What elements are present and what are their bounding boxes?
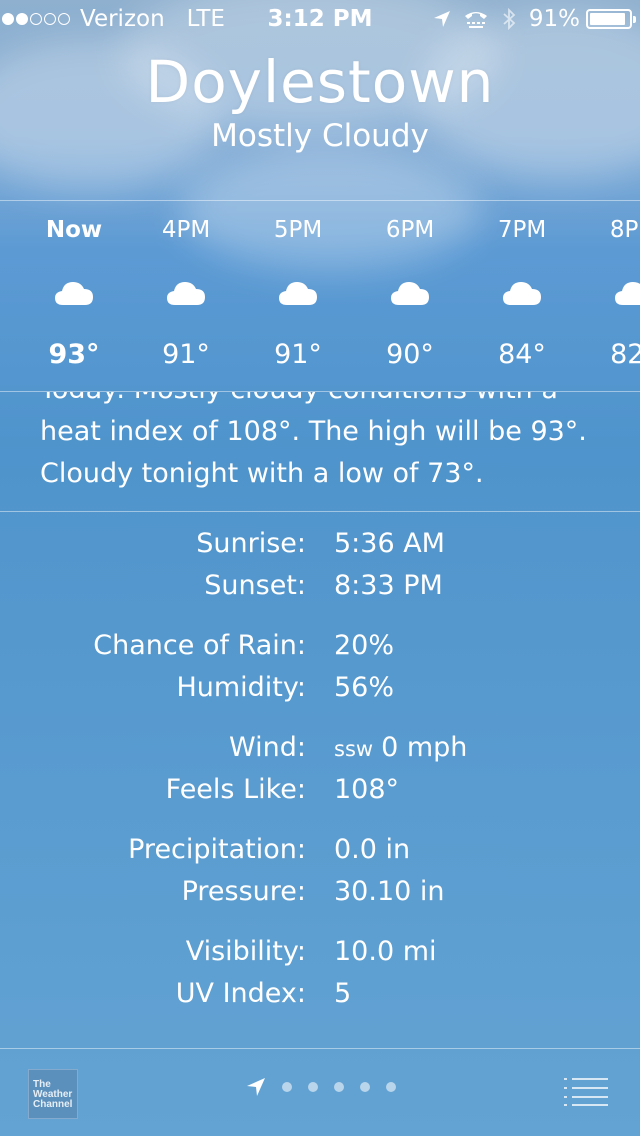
hour-temp: 93°	[48, 339, 100, 370]
detail-label: Precipitation:	[128, 834, 306, 865]
hour-temp: 84°	[498, 339, 546, 370]
page-dot	[282, 1082, 292, 1092]
hour-item: 7PM 84°	[467, 201, 577, 391]
hour-temp: 90°	[386, 339, 434, 370]
detail-row-visibility: Visibility: 10.0 mi	[0, 936, 640, 978]
detail-label: Sunrise:	[196, 528, 306, 559]
detail-row-sunrise: Sunrise: 5:36 AM	[0, 528, 640, 570]
city-name: Doylestown	[145, 48, 495, 116]
page-dot	[360, 1082, 370, 1092]
detail-label: Sunset:	[204, 570, 306, 601]
detail-row-chance-of-rain: Chance of Rain: 20%	[0, 630, 640, 672]
summary-text: Today: Mostly cloudy conditions with a h…	[40, 392, 587, 489]
cloud-icon	[167, 282, 205, 305]
cloud-icon	[391, 282, 429, 305]
detail-row-precipitation: Precipitation: 0.0 in	[0, 834, 640, 876]
detail-row-pressure: Pressure: 30.10 in	[0, 876, 640, 918]
hour-item: 5PM 91°	[243, 201, 353, 391]
detail-value: 56%	[334, 672, 395, 703]
detail-value: 108°	[334, 774, 400, 805]
weather-channel-logo[interactable]: The Weather Channel	[28, 1069, 78, 1119]
hour-item: 6PM 90°	[355, 201, 465, 391]
hour-label: 6PM	[385, 217, 435, 243]
battery-percentage: 91%	[528, 6, 580, 32]
forecast-summary[interactable]: Today: Mostly cloudy conditions with a h…	[0, 392, 640, 512]
wind-direction: ssw	[334, 737, 374, 761]
list-icon[interactable]	[564, 1077, 608, 1107]
detail-row-uv-index: UV Index: 5	[0, 978, 640, 1020]
tty-icon	[464, 12, 487, 28]
hour-item: 8PM 82°	[579, 201, 640, 391]
battery-icon	[586, 9, 636, 29]
detail-value: 20%	[334, 630, 395, 661]
detail-row-sunset: Sunset: 8:33 PM	[0, 570, 640, 612]
bluetooth-icon	[503, 7, 516, 31]
detail-value: 10.0 mi	[334, 936, 437, 967]
detail-value: 8:33 PM	[334, 570, 443, 601]
hour-temp: 91°	[274, 339, 322, 370]
page-dot	[308, 1082, 318, 1092]
detail-label: Humidity:	[176, 672, 306, 703]
page-indicator[interactable]	[246, 1077, 396, 1097]
hour-temp: 82°	[610, 339, 640, 370]
hourly-forecast[interactable]: Now 93° 4PM 91° 5PM 91° 6PM 90° 7PM 84° …	[0, 200, 640, 392]
bottom-toolbar: The Weather Channel	[0, 1048, 640, 1136]
cloud-icon	[615, 282, 640, 305]
hour-temp: 91°	[162, 339, 210, 370]
detail-row-wind: Wind: ssw 0 mph	[0, 732, 640, 774]
detail-value: 5:36 AM	[334, 528, 445, 559]
cloud-icon	[55, 282, 93, 305]
detail-value-wind: ssw 0 mph	[334, 732, 467, 763]
hour-label: 4PM	[161, 217, 211, 243]
logo-text: Channel	[33, 1099, 73, 1110]
hour-label: 5PM	[273, 217, 323, 243]
location-arrow-icon	[247, 1078, 265, 1096]
detail-label: UV Index:	[175, 978, 306, 1009]
page-dot	[334, 1082, 344, 1092]
detail-label: Pressure:	[181, 876, 306, 907]
location-services-icon	[433, 11, 450, 27]
hour-item: 4PM 91°	[131, 201, 241, 391]
cloud-icon	[279, 282, 317, 305]
hour-label: 8PM	[609, 217, 640, 243]
page-dot	[386, 1082, 396, 1092]
current-condition: Mostly Cloudy	[211, 118, 429, 154]
cloud-icon	[503, 282, 541, 305]
detail-value: 0.0 in	[334, 834, 411, 865]
status-bar: Verizon LTE 3:12 PM 91%	[0, 0, 640, 40]
hour-item: Now 93°	[19, 201, 129, 391]
detail-value: 30.10 in	[334, 876, 445, 907]
hour-label: 7PM	[497, 217, 547, 243]
detail-value: 5	[334, 978, 352, 1009]
detail-row-feels-like: Feels Like: 108°	[0, 774, 640, 816]
detail-label: Visibility:	[185, 936, 306, 967]
detail-label: Wind:	[229, 732, 306, 763]
detail-label: Feels Like:	[165, 774, 306, 805]
detail-row-humidity: Humidity: 56%	[0, 672, 640, 714]
hour-label: Now	[45, 217, 103, 243]
detail-label: Chance of Rain:	[93, 630, 306, 661]
wind-speed: 0 mph	[381, 732, 468, 763]
